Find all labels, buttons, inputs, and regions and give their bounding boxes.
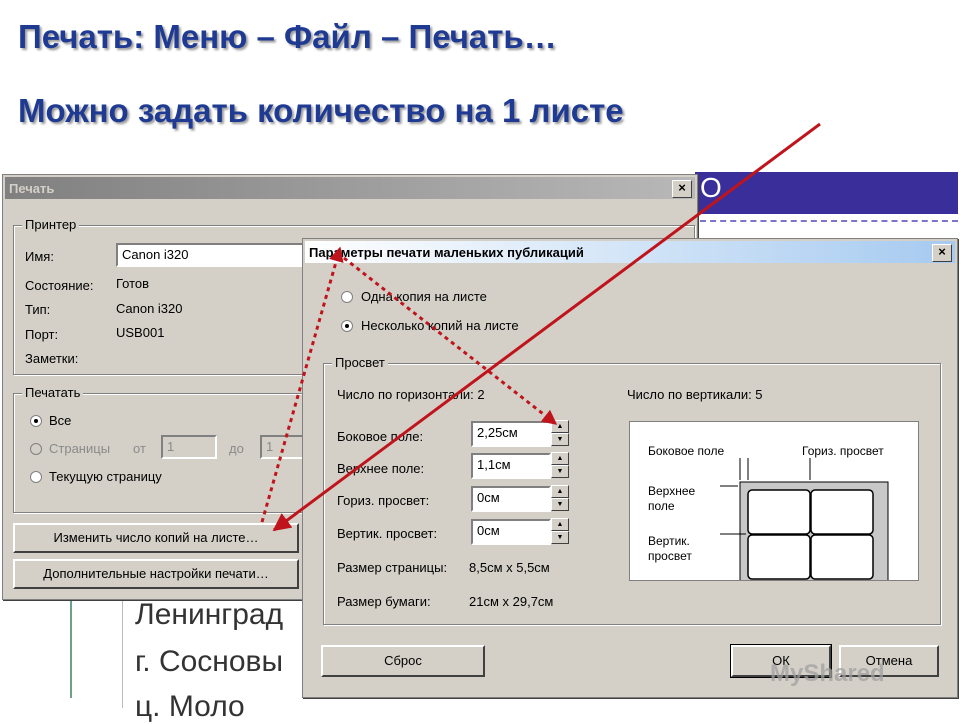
params-dialog-title: Параметры печати маленьких публикаций [309, 244, 584, 260]
side-margin-stepper[interactable]: ▲ ▼ [551, 420, 569, 448]
radio-multi-copy[interactable] [341, 320, 353, 332]
reset-button[interactable]: Сброс [321, 645, 485, 677]
radio-current-page[interactable] [30, 471, 42, 483]
small-publication-params-dialog: Параметры печати маленьких публикаций × … [302, 238, 958, 698]
gap-group-label: Просвет [332, 355, 388, 370]
background-header-band [695, 172, 958, 214]
params-dialog-titlebar[interactable]: Параметры печати маленьких публикаций × [305, 241, 955, 263]
top-margin-label: Верхнее поле: [337, 461, 425, 476]
paper-size-label: Размер бумаги: [337, 594, 431, 609]
top-margin-stepper[interactable]: ▲ ▼ [551, 452, 569, 480]
close-icon[interactable]: × [932, 244, 952, 262]
vert-gap-input[interactable]: 0см [471, 519, 551, 545]
from-label: от [133, 441, 146, 456]
close-icon[interactable]: × [672, 180, 692, 198]
radio-current-page-label: Текущую страницу [49, 469, 162, 484]
background-divider [700, 220, 958, 222]
background-margin-line [70, 598, 72, 698]
layout-preview: Боковое поле Гориз. просвет Верхнее поле… [629, 421, 919, 583]
horiz-gap-stepper[interactable]: ▲ ▼ [551, 485, 569, 513]
paper-size-value: 21см x 29,7см [469, 594, 554, 609]
slide-title: Печать: Меню – Файл – Печать… [18, 18, 557, 55]
printer-group-label: Принтер [22, 217, 80, 232]
print-dialog-title: Печать [9, 180, 55, 196]
side-margin-label: Боковое поле: [337, 429, 424, 444]
preview-top-margin-label: Верхнее [648, 484, 696, 498]
slide-subtitle: Можно задать количество на 1 листе [18, 92, 624, 129]
preview-top-margin-label: поле [648, 499, 675, 513]
radio-pages[interactable] [30, 443, 42, 455]
radio-all-label: Все [49, 413, 72, 428]
vert-gap-stepper[interactable]: ▲ ▼ [551, 518, 569, 546]
radio-pages-label: Страницы [49, 441, 111, 456]
background-band-text: O [700, 172, 722, 203]
horiz-gap-input[interactable]: 0см [471, 486, 551, 512]
printer-notes-label: Заметки: [25, 351, 79, 366]
background-text-line: Ленинград [135, 598, 284, 631]
change-copies-button[interactable]: Изменить число копий на листе… [13, 523, 299, 553]
page-size-value: 8,5см x 5,5см [469, 560, 550, 575]
preview-vert-gap-label: просвет [648, 549, 692, 563]
vert-gap-label: Вертик. просвет: [337, 526, 438, 541]
preview-vert-gap-label: Вертик. [648, 534, 690, 548]
printer-type-value: Canon i320 [116, 301, 183, 316]
top-margin-input[interactable]: 1,1см [471, 453, 551, 479]
printer-state-label: Состояние: [25, 278, 94, 293]
printer-port-value: USB001 [116, 325, 165, 340]
background-text-line: г. Сосновы [135, 645, 284, 678]
vertical-count: Число по вертикали: 5 [627, 387, 763, 402]
radio-one-copy[interactable] [341, 291, 353, 303]
radio-all[interactable] [30, 415, 42, 427]
side-margin-input[interactable]: 2,25см [471, 421, 551, 447]
horizontal-count: Число по горизонтали: 2 [337, 387, 485, 402]
radio-one-copy-label: Одна копия на листе [361, 289, 487, 304]
printer-name-label: Имя: [25, 249, 54, 264]
page-size-label: Размер страницы: [337, 560, 448, 575]
printer-type-label: Тип: [25, 302, 51, 317]
page-cell [747, 489, 811, 535]
page-cell [810, 489, 874, 535]
page-cell [747, 534, 811, 580]
horiz-gap-label: Гориз. просвет: [337, 493, 430, 508]
printer-state-value: Готов [116, 276, 150, 291]
printer-name-select[interactable]: Canon i320 [116, 243, 316, 267]
printer-port-label: Порт: [25, 327, 59, 342]
to-label: до [229, 441, 244, 456]
page-cell [810, 534, 874, 580]
preview-horiz-gap-label: Гориз. просвет [802, 444, 884, 458]
to-page-input[interactable]: 1 [260, 435, 304, 459]
watermark: MyShared [770, 660, 885, 687]
more-settings-button[interactable]: Дополнительные настройки печати… [13, 559, 299, 589]
preview-side-margin-label: Боковое поле [648, 444, 725, 458]
from-page-input[interactable]: 1 [161, 435, 217, 459]
radio-multi-copy-label: Несколько копий на листе [361, 318, 519, 333]
print-range-group-label: Печатать [22, 385, 84, 400]
background-text-line: ц. Моло [135, 690, 245, 723]
print-dialog-titlebar[interactable]: Печать × [5, 177, 695, 199]
